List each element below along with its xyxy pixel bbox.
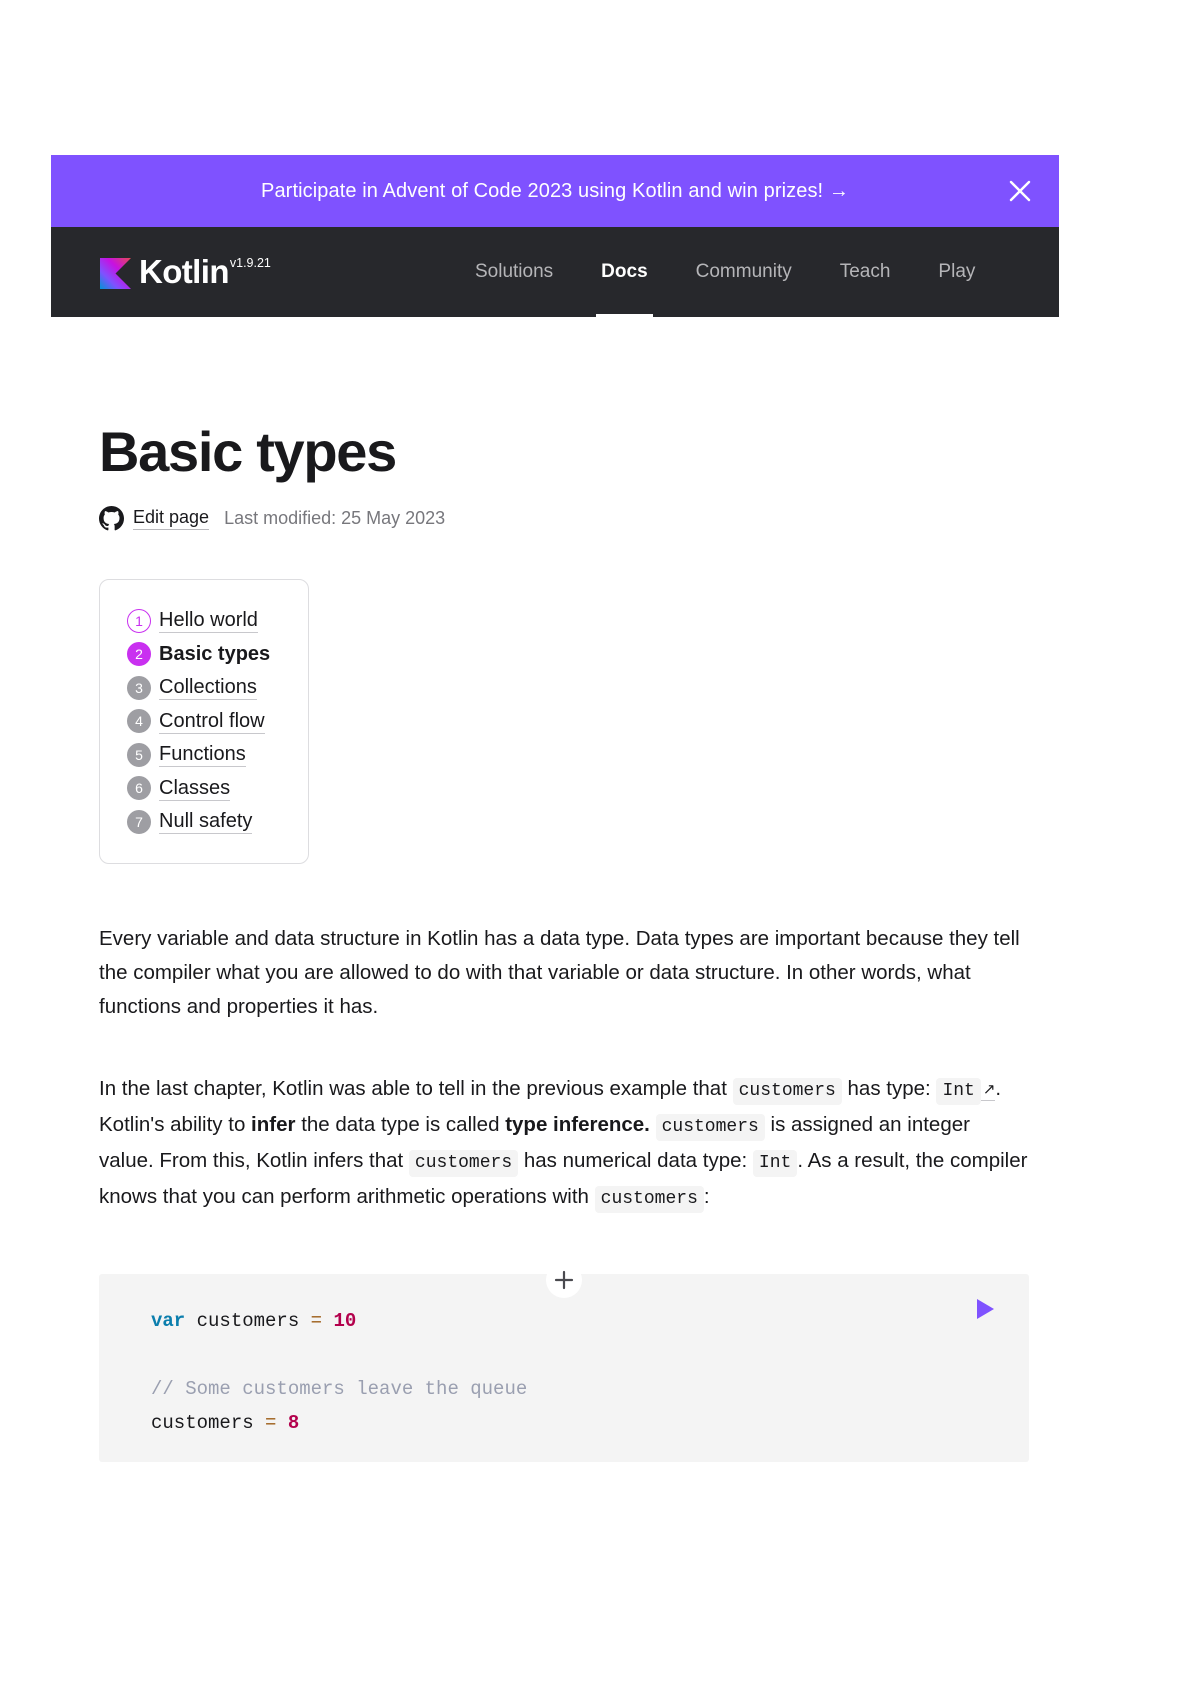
nav-item-teach[interactable]: Teach: [816, 227, 915, 317]
code-sample: var customers = 10 // Some customers lea…: [99, 1261, 1029, 1462]
inline-code-customers-3: customers: [408, 1149, 519, 1177]
external-link-arrow-icon: ↗: [982, 1080, 996, 1098]
tour-item-control-flow[interactable]: 4 Control flow: [127, 705, 284, 739]
close-icon[interactable]: [1003, 174, 1037, 208]
plus-icon[interactable]: [546, 1261, 582, 1298]
top-navigation: Kotlin v1.9.21 Solutions Docs Community …: [51, 227, 1059, 317]
code-token-space-2: [276, 1412, 287, 1434]
nav-item-docs[interactable]: Docs: [577, 227, 671, 317]
code-token-var: var: [151, 1309, 186, 1332]
code-block[interactable]: var customers = 10 // Some customers lea…: [99, 1273, 1029, 1462]
tour-item-null-safety[interactable]: 7 Null safety: [127, 805, 284, 839]
tour-badge-3: 3: [127, 675, 151, 700]
kotlin-logo-icon: [100, 258, 131, 289]
nav-item-solutions[interactable]: Solutions: [451, 227, 577, 317]
tour-badge-4: 4: [127, 709, 151, 734]
tour-badge-2: 2: [127, 642, 151, 667]
github-icon: [99, 506, 124, 531]
tour-badge-7: 7: [127, 809, 151, 834]
tour-item-classes[interactable]: 6 Classes: [127, 772, 284, 806]
external-link-int[interactable]: ↗: [980, 1076, 996, 1101]
nav-item-play[interactable]: Play: [914, 227, 999, 317]
p2-bold-type-inference: type inference.: [505, 1112, 650, 1136]
p2-text-f: has numerical data type:: [523, 1148, 748, 1172]
code-token-space-1: [322, 1310, 333, 1332]
brand-name: Kotlin: [139, 253, 229, 290]
tour-badge-1: 1: [127, 608, 151, 633]
tour-label-collections: Collections: [159, 676, 257, 701]
nav-links: Solutions Docs Community Teach Play: [451, 227, 999, 317]
promo-banner[interactable]: Participate in Advent of Code 2023 using…: [51, 155, 1059, 227]
p2-text-d: the data type is called: [301, 1112, 500, 1136]
inline-code-int-1: Int: [936, 1077, 981, 1105]
tour-label-control-flow: Control flow: [159, 709, 265, 734]
tour-item-hello-world[interactable]: 1 Hello world: [127, 604, 284, 638]
edit-page-link[interactable]: Edit page: [133, 507, 210, 530]
tour-label-functions: Functions: [159, 743, 246, 768]
tour-item-collections[interactable]: 3 Collections: [127, 671, 284, 705]
nav-item-community[interactable]: Community: [672, 227, 816, 317]
article: Basic types Edit page Last modified: 25 …: [99, 420, 1029, 1462]
inline-code-int-2: Int: [752, 1149, 798, 1177]
code-token-ten: 10: [333, 1309, 357, 1332]
tour-navigation-box: 1 Hello world 2 Basic types 3 Collection…: [99, 579, 309, 864]
tour-label-null-safety: Null safety: [159, 810, 253, 835]
play-icon[interactable]: [967, 1292, 1001, 1326]
kotlin-logo-link[interactable]: Kotlin v1.9.21: [100, 254, 271, 290]
inline-code-customers-4: customers: [594, 1185, 704, 1213]
tour-label-basic-types: Basic types: [159, 643, 271, 666]
p2-text-b: has type:: [847, 1076, 931, 1100]
tour-badge-6: 6: [127, 776, 151, 801]
brand-version: v1.9.21: [229, 256, 271, 270]
code-token-equals-1: =: [310, 1309, 323, 1332]
tour-badge-5: 5: [127, 742, 151, 767]
code-token-customers: customers: [185, 1309, 311, 1332]
inline-code-customers-1: customers: [732, 1077, 842, 1105]
code-token-equals-2: =: [265, 1411, 277, 1434]
code-line-1: var customers = 10: [151, 1304, 1029, 1338]
page-meta: Edit page Last modified: 25 May 2023: [99, 506, 1029, 531]
code-token-customers-2: customers: [151, 1411, 266, 1434]
paragraph-type-inference: In the last chapter, Kotlin was able to …: [99, 1072, 1029, 1216]
paragraph-intro: Every variable and data structure in Kot…: [99, 926, 1020, 1018]
code-line-assign: customers = 8: [151, 1406, 1029, 1440]
page-wrapper: Participate in Advent of Code 2023 using…: [51, 0, 1059, 1697]
tour-label-classes: Classes: [159, 776, 231, 801]
tour-label-hello-world: Hello world: [159, 609, 258, 634]
code-token-comment: // Some customers leave the queue: [151, 1377, 528, 1400]
p2-bold-infer: infer: [251, 1112, 296, 1136]
last-modified-text: Last modified: 25 May 2023: [224, 508, 446, 528]
page-title: Basic types: [99, 420, 397, 483]
promo-banner-text[interactable]: Participate in Advent of Code 2023 using…: [261, 180, 849, 203]
tour-item-functions[interactable]: 5 Functions: [127, 738, 284, 772]
code-token-eight: 8: [287, 1411, 300, 1434]
p2-text-a: In the last chapter, Kotlin was able to …: [99, 1076, 727, 1100]
p2-text-h: :: [703, 1184, 710, 1208]
tour-item-basic-types[interactable]: 2 Basic types: [127, 638, 284, 672]
inline-code-customers-2: customers: [655, 1113, 765, 1141]
code-line-comment: // Some customers leave the queue: [151, 1372, 1029, 1406]
